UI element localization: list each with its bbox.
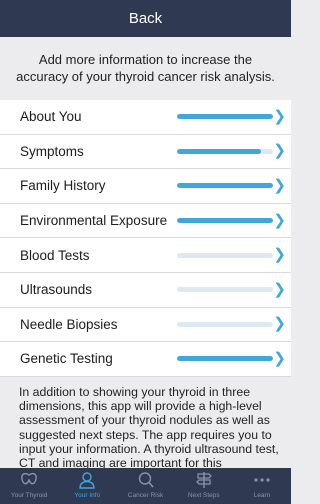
chevron-right-icon: ❯	[273, 315, 286, 333]
more-dots-icon	[254, 478, 270, 482]
tab-next-steps[interactable]: Next Steps	[175, 468, 233, 504]
tab-your-info[interactable]: Your Info	[58, 468, 116, 504]
tab-label: Your Thyroid	[10, 492, 48, 499]
bottom-tab-bar: Your Thyroid Your Info Cancer Risk Next …	[0, 468, 291, 504]
chevron-right-icon: ❯	[273, 280, 286, 298]
progress-fill	[177, 183, 273, 189]
progress-bar	[177, 356, 273, 362]
progress-bar	[177, 218, 273, 224]
section-row-family-history[interactable]: Family History ❯	[0, 169, 291, 204]
intro-panel: Add more information to increase the acc…	[0, 37, 291, 99]
chevron-right-icon: ❯	[273, 107, 286, 125]
tab-your-thyroid[interactable]: Your Thyroid	[0, 468, 58, 504]
progress-bar	[177, 287, 273, 293]
tab-label: Learn	[253, 492, 271, 499]
section-row-about-you[interactable]: About You ❯	[0, 100, 291, 135]
chevron-right-icon: ❯	[273, 142, 286, 160]
info-section-list: About You ❯ Symptoms ❯ Family History ❯ …	[0, 100, 291, 377]
progress-bar	[177, 252, 273, 258]
chevron-right-icon: ❯	[273, 349, 286, 367]
tab-cancer-risk[interactable]: Cancer Risk	[116, 468, 174, 504]
progress-fill	[177, 356, 273, 362]
tab-label: Your Info	[74, 492, 101, 499]
section-row-blood-tests[interactable]: Blood Tests ❯	[0, 238, 291, 273]
person-icon	[79, 472, 95, 489]
progress-bar	[177, 148, 273, 154]
section-row-needle-biopsies[interactable]: Needle Biopsies ❯	[0, 308, 291, 343]
back-button[interactable]: Back	[129, 10, 162, 27]
section-row-environmental-exposure[interactable]: Environmental Exposure ❯	[0, 204, 291, 239]
section-row-genetic-testing[interactable]: Genetic Testing ❯	[0, 342, 291, 377]
thyroid-icon	[21, 472, 37, 485]
progress-fill	[177, 218, 273, 224]
chevron-right-icon: ❯	[273, 176, 286, 194]
progress-bar	[177, 321, 273, 327]
progress-fill	[177, 114, 273, 120]
section-row-symptoms[interactable]: Symptoms ❯	[0, 135, 291, 170]
description-text: In addition to showing your thyroid in t…	[19, 385, 279, 468]
magnifier-icon	[138, 472, 154, 488]
signpost-icon	[195, 472, 212, 488]
progress-bar	[177, 114, 273, 120]
chevron-right-icon: ❯	[273, 211, 286, 229]
top-nav-bar: Back	[0, 0, 291, 37]
description-panel: In addition to showing your thyroid in t…	[0, 379, 291, 468]
chevron-right-icon: ❯	[273, 246, 286, 264]
section-row-ultrasounds[interactable]: Ultrasounds ❯	[0, 273, 291, 308]
tab-label: Cancer Risk	[127, 492, 164, 499]
intro-text: Add more information to increase the acc…	[16, 52, 275, 84]
progress-bar	[177, 183, 273, 189]
tab-label: Next Steps	[187, 492, 220, 499]
progress-fill	[177, 148, 262, 154]
tab-learn[interactable]: Learn	[233, 468, 291, 504]
